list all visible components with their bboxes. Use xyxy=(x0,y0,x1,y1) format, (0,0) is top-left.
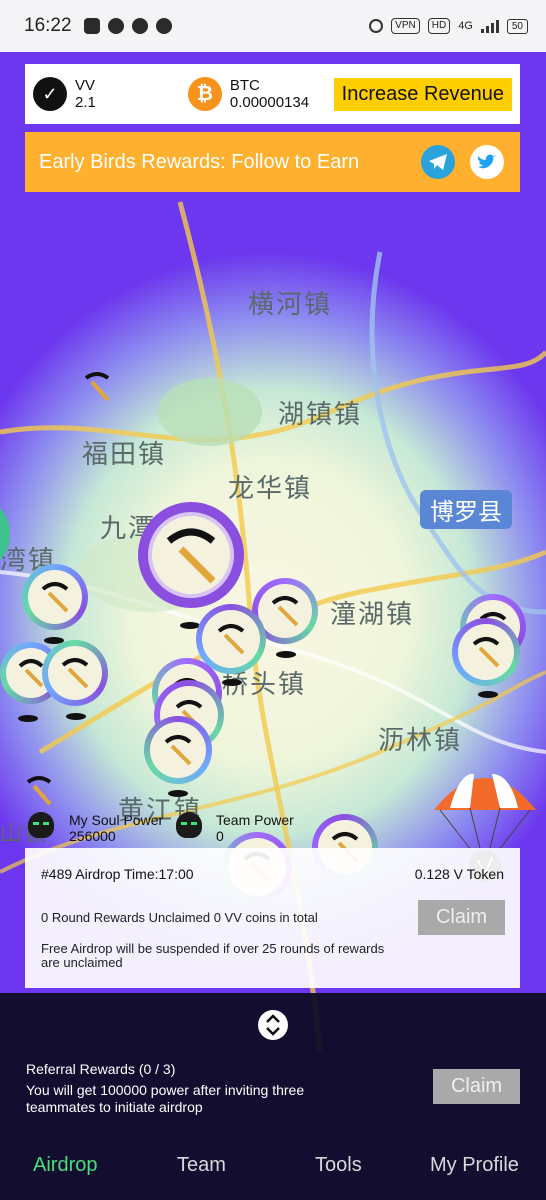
status-bar: 16:22 VPN HD 4G 50 xyxy=(0,0,546,52)
referral-title: Referral Rewards (0 / 3) xyxy=(26,1061,176,1077)
team-power-value: 0 xyxy=(216,828,224,844)
vv-name: VV xyxy=(75,77,96,94)
mining-marker[interactable] xyxy=(42,640,108,706)
soul-power-label: My Soul Power xyxy=(69,812,164,828)
coin-balance-bar: ✓ VV 2.1 ₿ BTC 0.00000134 Increase Reven… xyxy=(25,64,520,124)
facebook-icon xyxy=(107,18,124,34)
increase-revenue-button[interactable]: Increase Revenue xyxy=(333,78,512,111)
nav-team[interactable]: Team xyxy=(177,1154,226,1177)
btc-name: BTC xyxy=(229,77,260,94)
mining-marker[interactable] xyxy=(22,564,88,630)
airdrop-claim-button[interactable]: Claim xyxy=(418,900,505,935)
pickaxe-icon xyxy=(164,735,192,766)
map-label: 沥林镇 xyxy=(378,726,463,756)
map-label: 龙华镇 xyxy=(228,474,313,504)
mining-marker[interactable] xyxy=(452,618,520,686)
chat-icon xyxy=(83,18,100,34)
airdrop-warning: Free Airdrop will be suspended if over 2… xyxy=(41,941,385,970)
soul-power-value: 256000 xyxy=(69,828,116,844)
team-power-icon xyxy=(176,812,202,838)
nav-airdrop[interactable]: Airdrop xyxy=(33,1154,97,1177)
map-label: 湖镇镇 xyxy=(278,400,363,430)
alarm-icon xyxy=(369,19,384,33)
map-label: 横河镇 xyxy=(248,290,333,320)
soul-power: My Soul Power 256000 xyxy=(69,812,163,844)
referral-claim-button[interactable]: Claim xyxy=(433,1069,520,1104)
vv-coin-icon: ✓ xyxy=(33,77,67,111)
message-icon xyxy=(155,18,172,34)
soul-power-icon xyxy=(28,812,54,838)
mining-marker[interactable] xyxy=(144,716,212,784)
airdrop-round: #489 Airdrop Time:17:00 xyxy=(41,866,194,882)
hd-badge: HD xyxy=(427,18,451,34)
airdrop-card: #489 Airdrop Time:17:00 0.128 V Token 0 … xyxy=(25,848,520,988)
pickaxe-icon xyxy=(217,624,245,655)
network-label: 4G xyxy=(458,20,473,32)
mining-marker-large[interactable] xyxy=(138,502,244,608)
btc-value: 0.00000134 xyxy=(229,94,310,111)
pickaxe-icon xyxy=(472,637,500,668)
map-label: 潼湖镇 xyxy=(330,600,415,630)
pickaxe-icon[interactable] xyxy=(22,774,56,808)
pickaxe-icon xyxy=(166,528,216,584)
status-time: 16:22 xyxy=(24,15,72,36)
referral-description: You will get 100000 power after inviting… xyxy=(26,1082,305,1115)
nav-tools[interactable]: Tools xyxy=(315,1154,362,1177)
pickaxe-icon[interactable] xyxy=(80,370,114,404)
vpn-badge: VPN xyxy=(391,18,420,34)
team-power: Team Power 0 xyxy=(216,812,294,844)
county-label: 博罗县 xyxy=(420,490,512,529)
unclaimed-rewards: 0 Round Rewards Unclaimed 0 VV coins in … xyxy=(41,910,318,925)
vv-value: 2.1 xyxy=(75,94,96,111)
team-power-label: Team Power xyxy=(216,812,294,828)
status-right: VPN HD 4G 50 xyxy=(369,18,528,34)
signal-icon xyxy=(480,19,499,33)
pickaxe-icon xyxy=(61,658,89,689)
expand-collapse-icon[interactable] xyxy=(258,1010,288,1040)
bitcoin-icon: ₿ xyxy=(187,77,222,111)
map-label: 福田镇 xyxy=(82,440,167,470)
telegram-icon[interactable] xyxy=(421,145,455,179)
camera-icon xyxy=(131,18,148,34)
airdrop-token: 0.128 V Token xyxy=(414,866,504,882)
twitter-icon[interactable] xyxy=(470,145,504,179)
battery-icon: 50 xyxy=(506,18,528,34)
vv-balance: ✓ VV 2.1 xyxy=(33,77,96,111)
early-birds-text: Early Birds Rewards: Follow to Earn xyxy=(39,150,360,173)
nav-my-profile[interactable]: My Profile xyxy=(430,1154,519,1177)
pickaxe-icon xyxy=(271,596,299,627)
btc-balance: ₿ BTC 0.00000134 xyxy=(187,77,310,111)
pickaxe-icon xyxy=(41,582,69,613)
